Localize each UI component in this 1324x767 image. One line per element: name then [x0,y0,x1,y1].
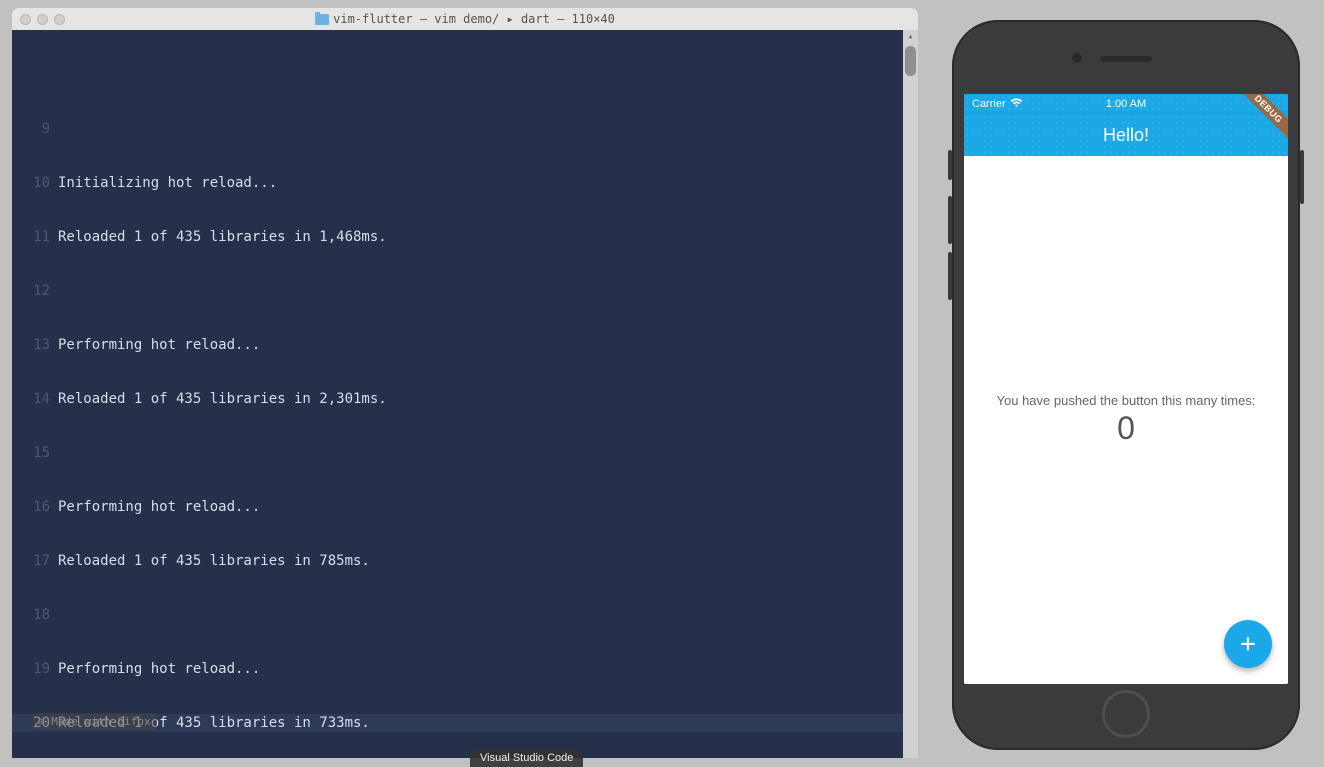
line-number: 11 [12,228,58,246]
flutter-output-pane[interactable]: 9 10Initializing hot reload... 11Reloade… [12,84,918,758]
mute-switch[interactable] [948,150,952,180]
minimize-icon[interactable] [37,14,48,25]
line-number: 9 [12,120,58,138]
folder-icon [315,14,329,25]
titlebar: vim-flutter — vim demo/ ▸ dart — 110×40 [12,8,918,30]
speaker-icon [1100,56,1152,62]
output-line [58,606,918,624]
plus-icon: + [1240,629,1256,659]
editor[interactable]: 9 10Initializing hot reload... 11Reloade… [12,30,918,758]
traffic-lights [20,14,65,25]
output-line: Reloaded 1 of 435 libraries in 785ms. [58,552,918,570]
output-line: Performing hot reload... [58,498,918,516]
window-title: vim-flutter — vim demo/ ▸ dart — 110×40 [315,12,615,26]
output-line: Reloaded 1 of 435 libraries in 1,468ms. [58,228,918,246]
scrollbar[interactable]: ▴ [903,30,918,758]
clock: 1:00 AM [1106,98,1146,110]
ios-simulator: Carrier 1:00 AM Hello! DEBUG You have pu… [952,20,1300,750]
line-number: 13 [12,336,58,354]
camera-icon [1072,53,1082,63]
dock-tooltip: Visual Studio Code [470,749,583,767]
line-number: 19 [12,660,58,678]
scroll-thumb[interactable] [905,46,916,76]
carrier-label: Carrier [972,98,1006,110]
output-line: Reloaded 1 of 435 libraries in 2,301ms. [58,390,918,408]
line-number: 15 [12,444,58,462]
volume-down-button[interactable] [948,252,952,300]
home-button[interactable] [1102,690,1150,738]
line-number: 12 [12,282,58,300]
volume-up-button[interactable] [948,196,952,244]
line-number: 10 [12,174,58,192]
fab-add-button[interactable]: + [1224,620,1272,668]
counter-label: You have pushed the button this many tim… [997,393,1256,408]
output-line [58,120,918,138]
line-number: 16 [12,498,58,516]
close-icon[interactable] [20,14,31,25]
wifi-icon [1010,98,1023,111]
app-bar: Hello! [964,114,1288,156]
output-line [58,282,918,300]
simulator-screen[interactable]: Carrier 1:00 AM Hello! DEBUG You have pu… [964,94,1288,684]
scroll-up-icon[interactable]: ▴ [903,30,918,44]
power-button[interactable] [1300,150,1304,204]
line-number: 14 [12,390,58,408]
line-number: 18 [12,606,58,624]
output-line: Initializing hot reload... [58,174,918,192]
line-number: 17 [12,552,58,570]
output-line: Performing hot reload... [58,336,918,354]
app-body: You have pushed the button this many tim… [964,156,1288,684]
counter-value: 0 [1117,410,1135,447]
app-title: Hello! [1103,125,1149,146]
output-line: Performing hot reload... [58,660,918,678]
ios-statusbar: Carrier 1:00 AM [964,94,1288,114]
zoom-icon[interactable] [54,14,65,25]
terminal-window: vim-flutter — vim demo/ ▸ dart — 110×40 … [12,8,918,758]
output-line: Reloaded 1 of 435 libraries in 733ms. [58,714,918,732]
gifox-watermark: ⊙ Made with Gifox [32,713,157,730]
output-line [58,444,918,462]
